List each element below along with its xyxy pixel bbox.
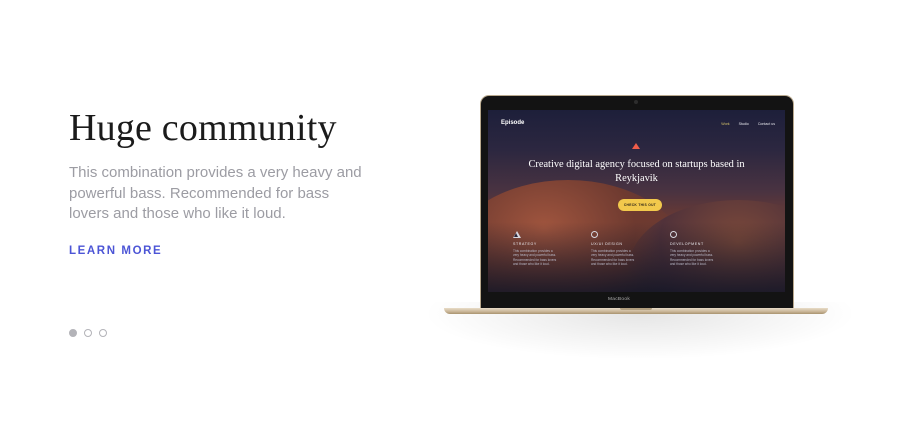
slide-dot-2[interactable] [84, 329, 92, 337]
feature-text: This combination provides a very heavy a… [513, 249, 557, 267]
laptop-mockup: Episode Work Studio Contact us Creative … [422, 80, 858, 360]
site-feature-development: DEVELOPMENT This combination provides a … [670, 231, 742, 267]
laptop-screen: Episode Work Studio Contact us Creative … [488, 110, 785, 292]
feature-text: This combination provides a very heavy a… [591, 249, 635, 267]
circle-icon [591, 231, 598, 238]
laptop-lid: Episode Work Studio Contact us Creative … [480, 95, 794, 309]
slider-pagination [69, 329, 107, 337]
feature-text: This combination provides a very heavy a… [670, 249, 714, 267]
triangle-icon [513, 231, 521, 238]
feature-title: UX/UI DESIGN [591, 242, 623, 246]
site-cta-button: CHECK THIS OUT [618, 199, 662, 211]
laptop-brand-label: MacBook [607, 297, 631, 302]
site-feature-strategy: STRATEGY This combination provides a ver… [513, 231, 585, 267]
circle-icon [670, 231, 677, 238]
learn-more-link[interactable]: LEARN MORE [69, 245, 162, 257]
site-nav-work: Work [721, 122, 730, 126]
site-logo: Episode [501, 120, 525, 126]
slide-dot-3[interactable] [99, 329, 107, 337]
site-nav: Work Studio Contact us [721, 122, 775, 126]
site-feature-uxui: UX/UI DESIGN This combination provides a… [591, 231, 663, 267]
laptop-base [444, 308, 828, 314]
camera-icon [634, 100, 638, 104]
site-nav-contact: Contact us [757, 122, 775, 126]
hero-description: This combination provides a very heavy a… [69, 164, 362, 222]
tent-icon [632, 143, 640, 149]
site-headline: Creative digital agency focused on start… [528, 159, 745, 184]
laptop-notch [620, 308, 652, 310]
hero-title: Huge community [69, 107, 337, 149]
site-nav-studio: Studio [738, 122, 749, 126]
feature-title: STRATEGY [513, 242, 537, 246]
slide-dot-1[interactable] [69, 329, 77, 337]
feature-title: DEVELOPMENT [670, 242, 704, 246]
